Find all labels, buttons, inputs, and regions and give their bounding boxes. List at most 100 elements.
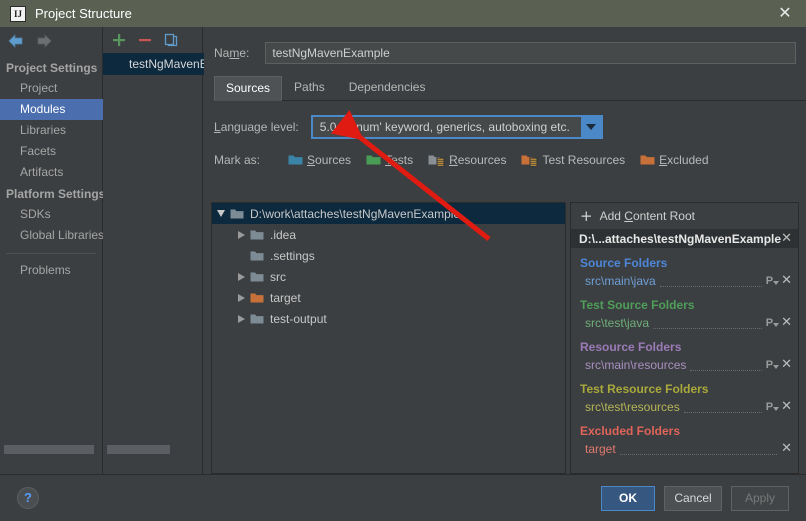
close-icon[interactable]: ✕ bbox=[776, 5, 794, 23]
mark-as-excluded-button[interactable]: Excluded bbox=[640, 153, 709, 167]
window-title: Project Structure bbox=[35, 6, 132, 21]
tree-row-target[interactable]: target bbox=[212, 287, 565, 308]
tests-folder-icon bbox=[366, 155, 381, 165]
remove-folder-icon[interactable]: ✕ bbox=[781, 316, 792, 329]
remove-folder-icon[interactable]: ✕ bbox=[781, 442, 792, 455]
remove-folder-icon[interactable]: ✕ bbox=[781, 358, 792, 371]
module-name-input[interactable]: testNgMavenExample bbox=[265, 42, 796, 64]
sidebar-item-artifacts[interactable]: Artifacts bbox=[0, 162, 102, 183]
mark-as-resources-button[interactable]: Resources bbox=[428, 153, 506, 167]
sidebar-horizontal-scrollbar[interactable] bbox=[4, 445, 99, 454]
tab-sources[interactable]: Sources bbox=[214, 76, 283, 101]
mark-as-label: Mark as: bbox=[214, 153, 261, 167]
mark-as-sources-button[interactable]: Sources bbox=[288, 153, 351, 167]
sidebar-item-libraries[interactable]: Libraries bbox=[0, 120, 102, 141]
folder-path[interactable]: src\main\java bbox=[585, 274, 656, 288]
group-resource-folders: Resource Folders src\main\resources P ✕ bbox=[571, 340, 798, 374]
dotted-filler bbox=[619, 444, 778, 455]
mark-as-excluded-label: Excluded bbox=[659, 153, 709, 167]
mark-as-row: Mark as: Sources Tests Resources Test Re… bbox=[214, 153, 806, 167]
add-content-root-label: Add Content Root bbox=[599, 209, 695, 223]
folder-path[interactable]: src\test\resources bbox=[585, 400, 680, 414]
apply-button: Apply bbox=[731, 486, 789, 511]
language-level-label: Language level: bbox=[214, 120, 299, 134]
modules-horizontal-scrollbar[interactable] bbox=[107, 445, 202, 454]
group-title: Resource Folders bbox=[580, 340, 682, 354]
content-roots-panel: + Add Content Root D:\...attaches\testNg… bbox=[570, 202, 799, 474]
forward-arrow-icon bbox=[37, 34, 52, 48]
dotted-filler bbox=[653, 318, 762, 329]
plus-icon: + bbox=[580, 207, 593, 225]
tree-row-root[interactable]: D:\work\attaches\testNgMavenExample bbox=[212, 203, 565, 224]
folder-path[interactable]: src\main\resources bbox=[585, 358, 686, 372]
ok-button[interactable]: OK bbox=[601, 486, 655, 511]
sidebar-item-modules[interactable]: Modules bbox=[0, 99, 103, 120]
remove-content-root-icon[interactable]: ✕ bbox=[781, 232, 792, 245]
sidebar-navbar bbox=[0, 27, 102, 55]
mark-as-test-resources-label: Test Resources bbox=[542, 153, 626, 167]
tree-twisty-closed[interactable] bbox=[232, 293, 250, 302]
tree-row-idea[interactable]: .idea bbox=[212, 224, 565, 245]
sidebar-item-problems[interactable]: Problems bbox=[0, 260, 102, 281]
group-excluded-folders: Excluded Folders target ✕ bbox=[571, 424, 798, 458]
cancel-button[interactable]: Cancel bbox=[664, 486, 722, 511]
sidebar-item-sdks[interactable]: SDKs bbox=[0, 204, 102, 225]
add-module-icon[interactable] bbox=[111, 32, 127, 48]
package-prefix-icon[interactable]: P bbox=[766, 401, 780, 413]
dotted-filler bbox=[659, 276, 762, 287]
package-prefix-icon[interactable]: P bbox=[766, 317, 780, 329]
package-prefix-icon[interactable]: P bbox=[766, 359, 780, 371]
mark-as-test-resources-button[interactable]: Test Resources bbox=[521, 153, 625, 167]
mark-as-sources-label: Sources bbox=[307, 153, 352, 167]
group-title: Test Resource Folders bbox=[580, 382, 709, 396]
sidebar-item-project[interactable]: Project bbox=[0, 78, 102, 99]
remove-folder-icon[interactable]: ✕ bbox=[781, 400, 792, 413]
folder-icon bbox=[250, 230, 264, 239]
folder-path[interactable]: target bbox=[585, 442, 616, 456]
tree-twisty-closed[interactable] bbox=[232, 272, 250, 281]
copy-module-icon[interactable] bbox=[163, 32, 179, 48]
modules-toolbar bbox=[103, 27, 202, 53]
add-content-root-button[interactable]: + Add Content Root bbox=[571, 203, 798, 229]
content-root-path: D:\...attaches\testNgMavenExample bbox=[579, 231, 782, 246]
tree-twisty-closed[interactable] bbox=[232, 314, 250, 323]
tab-paths[interactable]: Paths bbox=[282, 75, 337, 100]
tree-row-label: test-output bbox=[270, 311, 327, 326]
folder-icon bbox=[250, 314, 264, 323]
section-header-project-settings: Project Settings bbox=[6, 61, 98, 75]
group-test-source-folders: Test Source Folders src\test\java P ✕ bbox=[571, 298, 798, 332]
folder-path[interactable]: src\test\java bbox=[585, 316, 649, 330]
tree-row-src[interactable]: src bbox=[212, 266, 565, 287]
tree-row-label: .settings bbox=[270, 248, 315, 263]
settings-sections: Project Settings Project Modules Librari… bbox=[0, 57, 105, 281]
sidebar-item-facets[interactable]: Facets bbox=[0, 141, 102, 162]
remove-module-icon[interactable] bbox=[137, 32, 153, 48]
dialog-body: Project Settings Project Modules Librari… bbox=[0, 27, 806, 474]
tree-twisty-open[interactable] bbox=[212, 210, 230, 217]
sidebar-item-global-libraries[interactable]: Global Libraries bbox=[0, 225, 104, 246]
tree-row-label: D:\work\attaches\testNgMavenExample bbox=[250, 206, 461, 221]
tree-twisty-closed[interactable] bbox=[232, 230, 250, 239]
mark-as-tests-button[interactable]: Tests bbox=[366, 153, 413, 167]
help-button[interactable]: ? bbox=[17, 487, 39, 509]
remove-folder-icon[interactable]: ✕ bbox=[781, 274, 792, 287]
back-arrow-icon[interactable] bbox=[8, 34, 24, 48]
tree-row-label: src bbox=[270, 269, 286, 284]
tab-dependencies[interactable]: Dependencies bbox=[337, 75, 438, 100]
tree-row-test-output[interactable]: test-output bbox=[212, 308, 565, 329]
module-name-row: Name: testNgMavenExample bbox=[214, 41, 796, 65]
detail-tabs: Sources Paths Dependencies bbox=[214, 75, 806, 101]
folder-icon bbox=[250, 251, 264, 260]
group-title: Source Folders bbox=[580, 256, 668, 270]
group-test-resource-folders: Test Resource Folders src\test\resources… bbox=[571, 382, 798, 416]
dialog-footer: ? OK Cancel Apply bbox=[0, 474, 806, 521]
dotted-filler bbox=[690, 360, 762, 371]
language-level-row: Language level: 5.0 - 'enum' keyword, ge… bbox=[214, 115, 806, 139]
tree-row-settings[interactable]: .settings bbox=[212, 245, 565, 266]
content-root-header: D:\...attaches\testNgMavenExample ✕ bbox=[571, 229, 798, 248]
mark-as-resources-label: Resources bbox=[449, 153, 507, 167]
chevron-down-icon[interactable] bbox=[580, 117, 601, 137]
language-level-select[interactable]: 5.0 - 'enum' keyword, generics, autoboxi… bbox=[310, 115, 603, 139]
folder-icon bbox=[250, 272, 264, 281]
package-prefix-icon[interactable]: P bbox=[766, 275, 780, 287]
